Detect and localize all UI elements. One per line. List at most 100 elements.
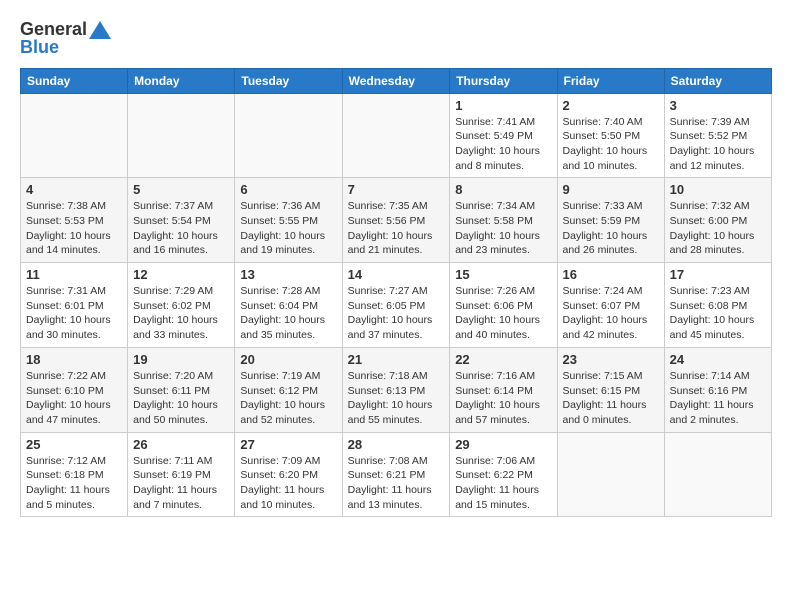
day-number: 23 — [563, 352, 659, 367]
day-info: Sunrise: 7:29 AMSunset: 6:02 PMDaylight:… — [133, 284, 229, 343]
day-info: Sunrise: 7:32 AMSunset: 6:00 PMDaylight:… — [670, 199, 766, 258]
weekday-header-tuesday: Tuesday — [235, 68, 342, 93]
day-info: Sunrise: 7:28 AMSunset: 6:04 PMDaylight:… — [240, 284, 336, 343]
calendar-cell: 27 Sunrise: 7:09 AMSunset: 6:20 PMDayligh… — [235, 432, 342, 517]
weekday-header-thursday: Thursday — [450, 68, 557, 93]
day-number: 29 — [455, 437, 551, 452]
day-info: Sunrise: 7:08 AMSunset: 6:21 PMDaylight:… — [348, 454, 445, 513]
day-number: 21 — [348, 352, 445, 367]
calendar-cell — [128, 93, 235, 178]
day-info: Sunrise: 7:27 AMSunset: 6:05 PMDaylight:… — [348, 284, 445, 343]
day-info: Sunrise: 7:24 AMSunset: 6:07 PMDaylight:… — [563, 284, 659, 343]
calendar-week-2: 4 Sunrise: 7:38 AMSunset: 5:53 PMDaylight… — [21, 178, 772, 263]
day-info: Sunrise: 7:06 AMSunset: 6:22 PMDaylight:… — [455, 454, 551, 513]
calendar-cell — [21, 93, 128, 178]
calendar-week-1: 1Sunrise: 7:41 AMSunset: 5:49 PMDaylight… — [21, 93, 772, 178]
day-info: Sunrise: 7:33 AMSunset: 5:59 PMDaylight:… — [563, 199, 659, 258]
calendar-cell: 26 Sunrise: 7:11 AMSunset: 6:19 PMDayligh… — [128, 432, 235, 517]
day-info: Sunrise: 7:22 AMSunset: 6:10 PMDaylight:… — [26, 369, 122, 428]
calendar-header: SundayMondayTuesdayWednesdayThursdayFrid… — [21, 68, 772, 93]
calendar-cell: 10 Sunrise: 7:32 AMSunset: 6:00 PMDayligh… — [664, 178, 771, 263]
calendar-body: 1Sunrise: 7:41 AMSunset: 5:49 PMDaylight… — [21, 93, 772, 517]
calendar-cell: 5Sunrise: 7:37 AMSunset: 5:54 PMDaylight… — [128, 178, 235, 263]
day-info: Sunrise: 7:36 AMSunset: 5:55 PMDaylight:… — [240, 199, 336, 258]
day-info: Sunrise: 7:19 AMSunset: 6:12 PMDaylight:… — [240, 369, 336, 428]
day-number: 17 — [670, 267, 766, 282]
calendar-cell: 20 Sunrise: 7:19 AMSunset: 6:12 PMDayligh… — [235, 347, 342, 432]
day-info: Sunrise: 7:34 AMSunset: 5:58 PMDaylight:… — [455, 199, 551, 258]
calendar-cell: 14 Sunrise: 7:27 AMSunset: 6:05 PMDayligh… — [342, 263, 450, 348]
day-number: 16 — [563, 267, 659, 282]
calendar-cell: 18 Sunrise: 7:22 AMSunset: 6:10 PMDayligh… — [21, 347, 128, 432]
calendar-cell: 19Sunrise: 7:20 AMSunset: 6:11 PMDayligh… — [128, 347, 235, 432]
calendar-cell: 23 Sunrise: 7:15 AMSunset: 6:15 PMDayligh… — [557, 347, 664, 432]
day-info: Sunrise: 7:09 AMSunset: 6:20 PMDaylight:… — [240, 454, 336, 513]
day-number: 19 — [133, 352, 229, 367]
calendar-cell: 16 Sunrise: 7:24 AMSunset: 6:07 PMDayligh… — [557, 263, 664, 348]
day-info: Sunrise: 7:18 AMSunset: 6:13 PMDaylight:… — [348, 369, 445, 428]
calendar-cell: 12 Sunrise: 7:29 AMSunset: 6:02 PMDayligh… — [128, 263, 235, 348]
day-info: Sunrise: 7:23 AMSunset: 6:08 PMDaylight:… — [670, 284, 766, 343]
day-number: 18 — [26, 352, 122, 367]
day-number: 8 — [455, 182, 551, 197]
weekday-header-monday: Monday — [128, 68, 235, 93]
day-info: Sunrise: 7:38 AMSunset: 5:53 PMDaylight:… — [26, 199, 122, 258]
day-number: 25 — [26, 437, 122, 452]
day-number: 13 — [240, 267, 336, 282]
day-number: 26 — [133, 437, 229, 452]
calendar-cell: 2 Sunrise: 7:40 AMSunset: 5:50 PMDaylight… — [557, 93, 664, 178]
weekday-header-saturday: Saturday — [664, 68, 771, 93]
page-header: General Blue — [20, 16, 772, 58]
day-number: 10 — [670, 182, 766, 197]
calendar-cell: 1Sunrise: 7:41 AMSunset: 5:49 PMDaylight… — [450, 93, 557, 178]
day-number: 22 — [455, 352, 551, 367]
calendar-cell: 21 Sunrise: 7:18 AMSunset: 6:13 PMDayligh… — [342, 347, 450, 432]
calendar-cell — [235, 93, 342, 178]
calendar-cell: 17 Sunrise: 7:23 AMSunset: 6:08 PMDayligh… — [664, 263, 771, 348]
day-number: 27 — [240, 437, 336, 452]
logo-blue: Blue — [20, 38, 59, 58]
logo: General Blue — [20, 20, 111, 58]
day-number: 9 — [563, 182, 659, 197]
day-number: 4 — [26, 182, 122, 197]
day-info: Sunrise: 7:15 AMSunset: 6:15 PMDaylight:… — [563, 369, 659, 428]
calendar-cell: 13 Sunrise: 7:28 AMSunset: 6:04 PMDayligh… — [235, 263, 342, 348]
day-number: 7 — [348, 182, 445, 197]
day-number: 15 — [455, 267, 551, 282]
calendar-cell: 8 Sunrise: 7:34 AMSunset: 5:58 PMDaylight… — [450, 178, 557, 263]
calendar-cell: 22 Sunrise: 7:16 AMSunset: 6:14 PMDayligh… — [450, 347, 557, 432]
day-info: Sunrise: 7:14 AMSunset: 6:16 PMDaylight:… — [670, 369, 766, 428]
day-number: 6 — [240, 182, 336, 197]
day-number: 14 — [348, 267, 445, 282]
day-info: Sunrise: 7:39 AMSunset: 5:52 PMDaylight:… — [670, 115, 766, 174]
day-info: Sunrise: 7:26 AMSunset: 6:06 PMDaylight:… — [455, 284, 551, 343]
calendar-cell: 11 Sunrise: 7:31 AMSunset: 6:01 PMDayligh… — [21, 263, 128, 348]
calendar-cell: 25 Sunrise: 7:12 AMSunset: 6:18 PMDayligh… — [21, 432, 128, 517]
calendar-cell — [342, 93, 450, 178]
logo-triangle-icon — [89, 21, 111, 39]
weekday-header-sunday: Sunday — [21, 68, 128, 93]
day-number: 12 — [133, 267, 229, 282]
calendar-week-4: 18 Sunrise: 7:22 AMSunset: 6:10 PMDayligh… — [21, 347, 772, 432]
day-number: 11 — [26, 267, 122, 282]
day-number: 2 — [563, 98, 659, 113]
calendar-cell: 28 Sunrise: 7:08 AMSunset: 6:21 PMDayligh… — [342, 432, 450, 517]
calendar-cell: 4 Sunrise: 7:38 AMSunset: 5:53 PMDaylight… — [21, 178, 128, 263]
day-number: 3 — [670, 98, 766, 113]
day-info: Sunrise: 7:40 AMSunset: 5:50 PMDaylight:… — [563, 115, 659, 174]
day-info: Sunrise: 7:12 AMSunset: 6:18 PMDaylight:… — [26, 454, 122, 513]
day-info: Sunrise: 7:11 AMSunset: 6:19 PMDaylight:… — [133, 454, 229, 513]
calendar-cell: 7Sunrise: 7:35 AMSunset: 5:56 PMDaylight… — [342, 178, 450, 263]
day-info: Sunrise: 7:31 AMSunset: 6:01 PMDaylight:… — [26, 284, 122, 343]
day-number: 20 — [240, 352, 336, 367]
calendar-cell — [557, 432, 664, 517]
calendar-cell: 29 Sunrise: 7:06 AMSunset: 6:22 PMDayligh… — [450, 432, 557, 517]
calendar-cell: 3 Sunrise: 7:39 AMSunset: 5:52 PMDaylight… — [664, 93, 771, 178]
calendar-cell: 15 Sunrise: 7:26 AMSunset: 6:06 PMDayligh… — [450, 263, 557, 348]
weekday-header-row: SundayMondayTuesdayWednesdayThursdayFrid… — [21, 68, 772, 93]
day-number: 28 — [348, 437, 445, 452]
calendar-cell: 9 Sunrise: 7:33 AMSunset: 5:59 PMDaylight… — [557, 178, 664, 263]
day-info: Sunrise: 7:41 AMSunset: 5:49 PMDaylight:… — [455, 115, 551, 174]
calendar-cell: 6 Sunrise: 7:36 AMSunset: 5:55 PMDaylight… — [235, 178, 342, 263]
day-info: Sunrise: 7:16 AMSunset: 6:14 PMDaylight:… — [455, 369, 551, 428]
